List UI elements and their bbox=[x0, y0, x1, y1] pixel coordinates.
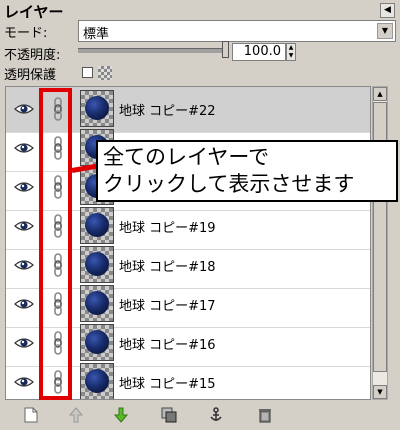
globe-icon bbox=[85, 252, 109, 276]
globe-icon bbox=[85, 96, 109, 120]
layer-name[interactable]: 地球 コピー#16 bbox=[119, 334, 216, 353]
eye-icon[interactable] bbox=[14, 141, 34, 155]
eye-icon[interactable] bbox=[14, 102, 34, 116]
globe-icon bbox=[85, 213, 109, 237]
layer-name[interactable]: 地球 コピー#18 bbox=[119, 256, 216, 275]
chevron-down-icon[interactable]: ▼ bbox=[377, 23, 393, 39]
collapse-icon[interactable]: ◀ bbox=[380, 3, 395, 18]
scroll-up-icon[interactable]: ▲ bbox=[373, 87, 387, 101]
layer-thumbnail bbox=[80, 285, 114, 322]
layer-thumbnail bbox=[80, 207, 114, 244]
layer-name[interactable]: 地球 コピー#17 bbox=[119, 295, 216, 314]
eye-icon[interactable] bbox=[14, 180, 34, 194]
eye-icon[interactable] bbox=[14, 219, 34, 233]
eye-icon[interactable] bbox=[14, 258, 34, 272]
eye-icon[interactable] bbox=[14, 336, 34, 350]
opacity-label: 不透明度: bbox=[4, 48, 61, 63]
layer-list-scrollbar[interactable]: ▲ ▼ bbox=[372, 86, 388, 400]
lock-alpha-label: 透明保護 bbox=[4, 68, 57, 83]
duplicate-layer-icon[interactable] bbox=[158, 404, 180, 426]
anchor-layer-icon[interactable] bbox=[205, 404, 227, 426]
delete-layer-icon[interactable] bbox=[254, 404, 276, 426]
chain-column-highlight bbox=[39, 88, 72, 400]
scroll-down-icon[interactable]: ▼ bbox=[373, 385, 387, 399]
panel-title: レイヤー bbox=[4, 3, 64, 21]
opacity-slider-handle[interactable] bbox=[222, 41, 229, 58]
instruction-callout: 全てのレイヤーで クリックして表示させます bbox=[96, 140, 398, 202]
layer-thumbnail bbox=[80, 246, 114, 283]
mode-select[interactable]: 標準 ▼ bbox=[78, 20, 396, 42]
globe-icon bbox=[85, 330, 109, 354]
layer-name[interactable]: 地球 コピー#19 bbox=[119, 217, 216, 236]
new-layer-icon[interactable] bbox=[20, 404, 42, 426]
opacity-slider[interactable] bbox=[78, 48, 228, 53]
globe-icon bbox=[85, 369, 109, 393]
eye-icon[interactable] bbox=[14, 297, 34, 311]
raise-layer-icon[interactable] bbox=[65, 404, 87, 426]
lock-alpha-checkbox[interactable] bbox=[82, 67, 93, 78]
layer-toolbar bbox=[0, 402, 400, 430]
opacity-input[interactable]: 100.0 bbox=[232, 43, 286, 61]
globe-icon bbox=[85, 291, 109, 315]
layer-thumbnail bbox=[80, 363, 114, 399]
lower-layer-icon[interactable] bbox=[110, 404, 132, 426]
layer-name[interactable]: 地球 コピー#22 bbox=[119, 100, 216, 119]
mode-label: モード: bbox=[4, 26, 48, 41]
transparency-icon bbox=[98, 66, 112, 80]
layer-name[interactable]: 地球 コピー#15 bbox=[119, 373, 216, 392]
layer-thumbnail bbox=[80, 90, 114, 127]
layer-thumbnail bbox=[80, 324, 114, 361]
mode-value: 標準 bbox=[83, 27, 110, 42]
eye-icon[interactable] bbox=[14, 375, 34, 389]
opacity-spin-buttons[interactable]: ▲ ▼ bbox=[286, 43, 296, 61]
